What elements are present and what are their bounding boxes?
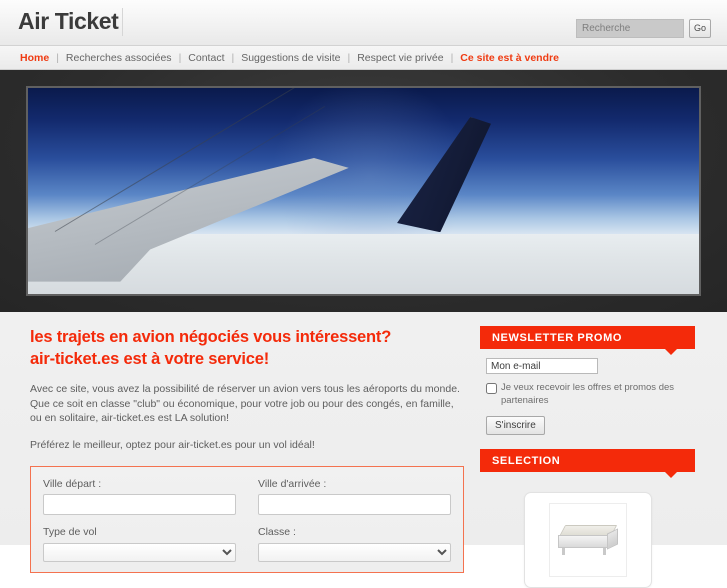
nav-separator: | bbox=[347, 51, 351, 64]
airplane-wing-image bbox=[28, 88, 699, 294]
bed-product-icon bbox=[557, 523, 618, 557]
nav-item-ce-site-est-a-vendre[interactable]: Ce site est à vendre bbox=[460, 52, 559, 64]
search-area: Go bbox=[576, 19, 711, 38]
intro-paragraph-2: Préférez le meilleur, optez pour air-tic… bbox=[30, 438, 315, 451]
departure-city-input[interactable] bbox=[43, 494, 236, 515]
site-logo[interactable]: Air Ticket bbox=[18, 8, 119, 35]
flight-search-form: Ville départ : Ville d'arrivée : Type de… bbox=[30, 466, 464, 573]
nav-separator: | bbox=[56, 51, 59, 64]
field-departure-city: Ville départ : bbox=[43, 478, 236, 515]
headline-line-2: air-ticket.es est à votre service! bbox=[30, 350, 270, 368]
hero-banner-band bbox=[0, 70, 727, 312]
field-class: Classe : bbox=[258, 526, 451, 562]
nav-item-home[interactable]: Home bbox=[20, 52, 49, 64]
newsletter-email-input[interactable] bbox=[486, 358, 598, 374]
field-flight-type: Type de vol bbox=[43, 526, 236, 562]
widget-selection: SELECTION bbox=[480, 449, 695, 588]
nav-item-recherches-associees[interactable]: Recherches associées bbox=[66, 52, 172, 64]
field-arrival-city: Ville d'arrivée : bbox=[258, 478, 451, 515]
nav-item-respect-vie-privee[interactable]: Respect vie privée bbox=[357, 52, 443, 64]
nav-separator: | bbox=[450, 51, 454, 64]
form-row-options: Type de vol Classe : bbox=[43, 526, 451, 562]
hero-image-frame bbox=[26, 86, 701, 296]
departure-city-label: Ville départ : bbox=[43, 478, 102, 490]
newsletter-title: NEWSLETTER PROMO bbox=[480, 326, 695, 355]
search-input[interactable] bbox=[576, 19, 684, 38]
main-area: les trajets en avion négociés vous intér… bbox=[0, 312, 727, 588]
nav-separator: | bbox=[231, 51, 235, 64]
nav-item-suggestions-de-visite[interactable]: Suggestions de visite bbox=[241, 52, 340, 64]
newsletter-optin-label: Je veux recevoir les offres et promos de… bbox=[501, 382, 675, 406]
class-label: Classe : bbox=[258, 526, 296, 538]
nav-separator: | bbox=[178, 51, 182, 64]
product-card[interactable] bbox=[523, 492, 652, 588]
logo-divider bbox=[122, 8, 123, 36]
search-go-button[interactable]: Go bbox=[689, 19, 711, 38]
newsletter-optin-row: Je veux recevoir les offres et promos de… bbox=[486, 382, 689, 407]
headline-line-1: les trajets en avion négociés vous intér… bbox=[30, 328, 392, 346]
bed-leg bbox=[561, 548, 565, 555]
site-header: Air Ticket Go bbox=[0, 0, 727, 46]
flight-type-label: Type de vol bbox=[43, 526, 97, 538]
sidebar: NEWSLETTER PROMO Je veux recevoir les of… bbox=[478, 326, 695, 588]
content-column: les trajets en avion négociés vous intér… bbox=[16, 326, 478, 573]
product-image-frame bbox=[548, 503, 627, 577]
main-navigation: Home | Recherches associées | Contact | … bbox=[0, 46, 727, 70]
arrival-city-label: Ville d'arrivée : bbox=[258, 478, 327, 490]
newsletter-subscribe-button[interactable]: S'inscrire bbox=[486, 416, 545, 435]
bed-base bbox=[557, 535, 608, 548]
selection-body bbox=[480, 472, 695, 588]
widget-newsletter: NEWSLETTER PROMO Je veux recevoir les of… bbox=[480, 326, 695, 435]
form-row-cities: Ville départ : Ville d'arrivée : bbox=[43, 478, 451, 515]
flight-type-select[interactable] bbox=[43, 542, 236, 562]
page-title: les trajets en avion négociés vous intér… bbox=[30, 326, 464, 370]
arrival-city-input[interactable] bbox=[258, 494, 451, 515]
newsletter-body: Je veux recevoir les offres et promos de… bbox=[480, 349, 695, 435]
newsletter-optin-checkbox[interactable] bbox=[486, 383, 497, 394]
intro-paragraph-1: Avec ce site, vous avez la possibilité d… bbox=[30, 383, 460, 424]
class-select[interactable] bbox=[258, 542, 451, 562]
bed-leg bbox=[602, 548, 606, 555]
nav-item-contact[interactable]: Contact bbox=[188, 52, 224, 64]
selection-title: SELECTION bbox=[480, 449, 695, 478]
